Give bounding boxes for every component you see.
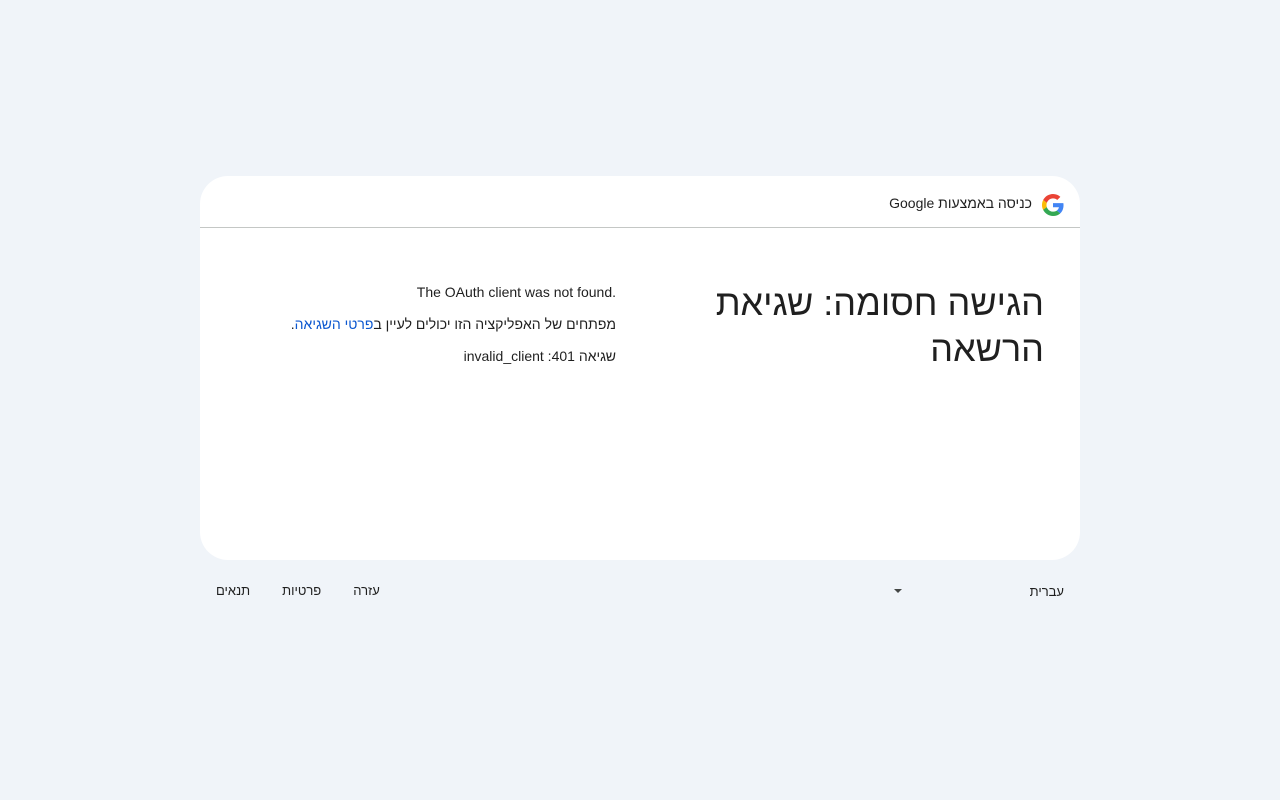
error-message-text: The OAuth client was not found. [416,284,616,300]
privacy-link[interactable]: פרטיות [266,576,337,606]
google-g-logo-icon [1042,194,1064,216]
developer-note-text: מפתחים של האפליקציה הזו יכולים לעיין ב [373,316,616,332]
error-details-link[interactable]: פרטי השגיאה [295,316,374,332]
language-label: עברית [1029,584,1064,599]
language-selector[interactable]: עברית [894,582,1064,602]
footer: עברית תנאים פרטיות עזרה [200,576,1080,606]
caret-down-icon [894,589,902,593]
help-link[interactable]: עזרה [337,576,396,606]
error-message: The OAuth client was not found. [236,282,616,302]
error-code-text: שגיאה 401: invalid_client [463,348,616,364]
footer-links: תנאים פרטיות עזרה [200,576,396,606]
error-details: The OAuth client was not found. מפתחים ש… [236,282,616,378]
terms-link[interactable]: תנאים [200,576,266,606]
header-title: כניסה באמצעות Google [889,195,1032,211]
page-title: הגישה חסומה: שגיאת הרשאה [715,282,1044,369]
card-header: כניסה באמצעות Google [200,176,1080,228]
error-code: שגיאה 401: invalid_client [236,346,616,366]
developer-note: מפתחים של האפליקציה הזו יכולים לעיין בפר… [236,314,616,334]
sign-in-card: כניסה באמצעות Google הגישה חסומה: שגיאת … [200,176,1080,560]
